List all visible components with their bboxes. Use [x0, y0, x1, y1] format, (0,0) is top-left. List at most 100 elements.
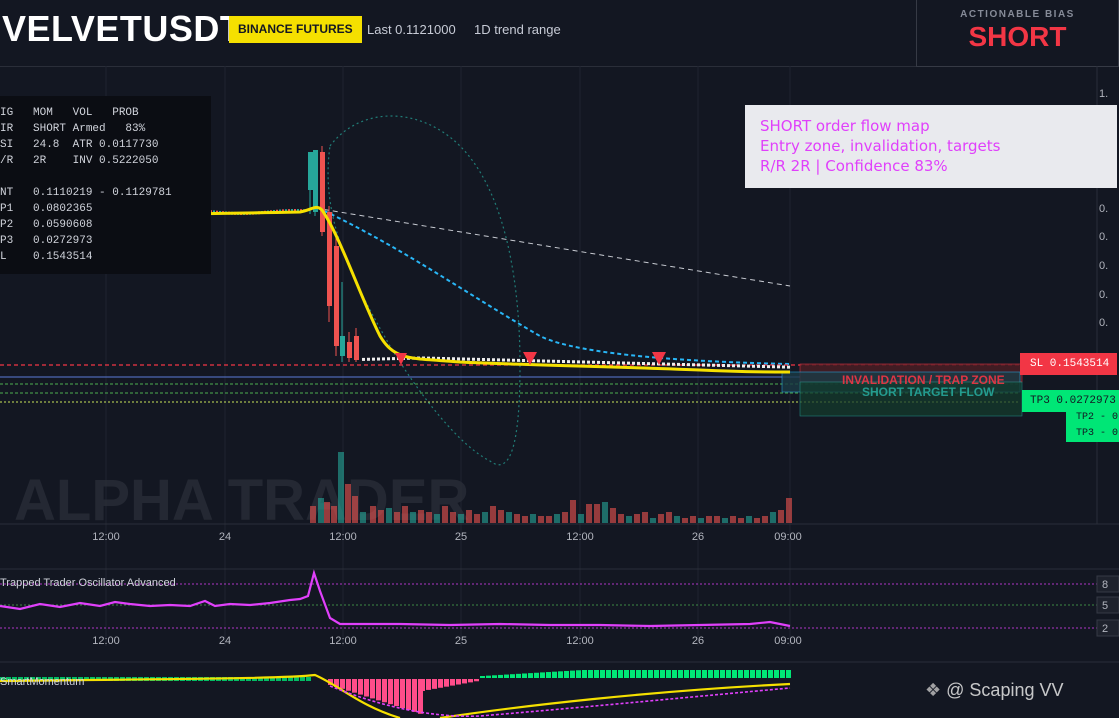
- volume-bar: [778, 510, 784, 523]
- candle: [308, 152, 313, 190]
- volume-bar: [634, 514, 640, 523]
- candle: [557, 359, 560, 363]
- time-axis-label: 09:00: [774, 531, 802, 543]
- time-axis-oscillator[interactable]: 12:00 24 12:00 25 12:00 26 09:00: [92, 635, 802, 647]
- bias-value: SHORT: [968, 21, 1067, 52]
- volume-bar: [506, 512, 512, 523]
- volume-bar: [434, 514, 440, 523]
- momentum-title[interactable]: SmartMomentum: [0, 676, 84, 688]
- momentum-bar: [498, 674, 503, 678]
- volume-bar: [490, 506, 496, 523]
- time-axis-label: 26: [692, 531, 704, 543]
- volume-bar: [394, 512, 400, 523]
- time-axis-label: 25: [455, 635, 467, 647]
- momentum-bar: [486, 675, 491, 678]
- candle: [367, 357, 370, 361]
- candle: [582, 360, 585, 364]
- volume-bar: [658, 514, 664, 523]
- volume-bar: [410, 512, 416, 523]
- diamond-logo-icon: ❖: [925, 680, 942, 700]
- price-axis-label: 0.: [1099, 231, 1108, 243]
- candle: [702, 363, 705, 367]
- volume-bar: [310, 506, 316, 523]
- trend-line: [314, 207, 791, 287]
- orderflow-title: SHORT order flow map: [760, 117, 930, 135]
- chart-header: VELVETUSDT BINANCE FUTURES Last 0.112100…: [0, 0, 1119, 67]
- candle: [757, 364, 760, 368]
- volume-bar: [618, 514, 624, 523]
- candle: [632, 361, 635, 365]
- volume-bar: [482, 512, 488, 523]
- momentum-bar: [624, 670, 629, 678]
- volume-bar: [450, 512, 456, 523]
- stats-row: SI 24.8 ATR 0.0117730: [0, 139, 159, 151]
- candle: [462, 357, 465, 361]
- stats-row: /R 2R INV 0.5222050: [0, 155, 159, 167]
- candle: [487, 358, 490, 362]
- momentum-bar: [450, 679, 455, 686]
- stats-row: L 0.1543514: [0, 251, 93, 263]
- momentum-bar: [516, 673, 521, 678]
- candle: [537, 359, 540, 363]
- stats-row: NT 0.1110219 - 0.1129781: [0, 187, 172, 199]
- projection-line: [317, 207, 791, 365]
- momentum-bar: [388, 679, 393, 705]
- momentum-bar: [534, 672, 539, 678]
- oscillator-title[interactable]: Trapped Trader Oscillator Advanced: [0, 577, 176, 589]
- candle: [482, 358, 485, 361]
- candle: [627, 361, 630, 365]
- time-axis-label: 09:00: [774, 635, 802, 647]
- volume-bar: [762, 516, 768, 523]
- volume-bar: [730, 516, 736, 523]
- candle: [457, 357, 460, 361]
- volume-bar: [442, 506, 448, 523]
- momentum-bar: [400, 679, 405, 709]
- candle: [313, 150, 318, 212]
- momentum-bar: [684, 670, 689, 678]
- symbol-title[interactable]: VELVETUSDT: [2, 8, 242, 50]
- momentum-bar: [696, 670, 701, 678]
- time-axis-label: 12:00: [566, 635, 594, 647]
- momentum-bar: [444, 679, 449, 687]
- momentum-bar: [522, 673, 527, 678]
- momentum-bar: [594, 670, 599, 678]
- momentum-bar: [720, 670, 725, 678]
- momentum-bar: [750, 670, 755, 678]
- momentum-bar: [412, 679, 417, 712]
- target-zone-label: SHORT TARGET FLOW: [862, 385, 995, 399]
- candle: [572, 360, 575, 364]
- candle: [787, 365, 790, 369]
- momentum-bar: [504, 674, 509, 678]
- sl-price-tag[interactable]: SL 0.1543514: [1020, 353, 1117, 375]
- candle: [717, 363, 720, 367]
- tp3-price-tag-small[interactable]: TP3 - 0.: [1066, 426, 1119, 442]
- tp2-price-tag[interactable]: TP2 - 0.: [1066, 410, 1119, 426]
- last-price-text: Last 0.1121000: [367, 22, 456, 37]
- momentum-bar: [474, 679, 479, 682]
- price-axis-label: 0.: [1099, 317, 1108, 329]
- stats-row: P3 0.0272973: [0, 235, 93, 247]
- momentum-bar: [654, 670, 659, 678]
- candle: [712, 363, 715, 367]
- orderflow-info-box: SHORT order flow map Entry zone, invalid…: [745, 105, 1117, 188]
- momentum-line: [439, 682, 791, 718]
- momentum-bar: [376, 679, 381, 701]
- momentum-bar: [294, 677, 299, 681]
- volume-bar: [474, 514, 480, 523]
- time-axis-label: 12:00: [566, 531, 594, 543]
- candle: [707, 363, 710, 367]
- momentum-bar: [438, 679, 443, 688]
- volume-bar: [626, 516, 632, 523]
- orderflow-subtitle: Entry zone, invalidation, targets: [760, 137, 1001, 155]
- momentum-bar: [606, 670, 611, 678]
- momentum-bar: [702, 670, 707, 678]
- tp3-price-tag[interactable]: TP3 0.0272973: [1022, 390, 1119, 412]
- volume-bar: [360, 512, 366, 523]
- time-axis-label: 24: [219, 531, 231, 543]
- candle: [562, 360, 565, 363]
- momentum-bar: [738, 670, 743, 678]
- momentum-bar: [528, 673, 533, 678]
- momentum-bar: [480, 676, 485, 678]
- candle: [622, 361, 625, 365]
- momentum-bar: [492, 675, 497, 678]
